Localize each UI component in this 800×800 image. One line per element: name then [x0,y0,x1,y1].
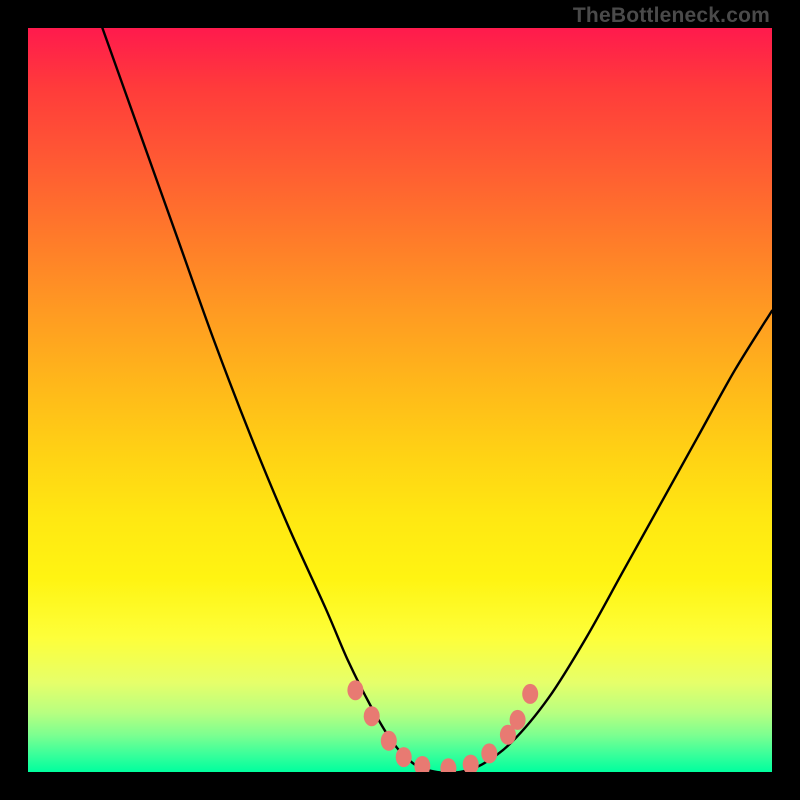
curve-path [102,28,772,772]
bottleneck-curve [102,28,772,772]
attribution-text: TheBottleneck.com [573,4,770,28]
marker-point [522,684,538,704]
marker-point [414,756,430,772]
chart-frame: TheBottleneck.com [0,0,800,800]
curve-layer [28,28,772,772]
marker-point [440,758,456,772]
marker-point [396,747,412,767]
marker-point [481,743,497,763]
curve-markers [347,680,538,772]
marker-point [381,731,397,751]
marker-point [347,680,363,700]
plot-area [28,28,772,772]
marker-point [463,755,479,772]
marker-point [364,706,380,726]
marker-point [510,710,526,730]
